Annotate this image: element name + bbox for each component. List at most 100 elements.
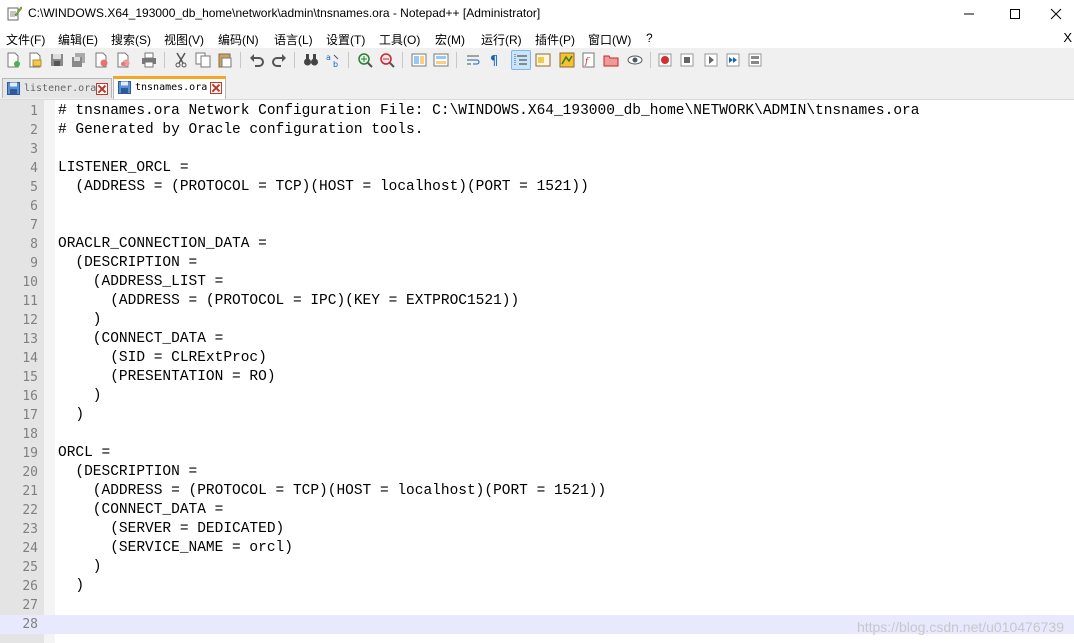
indent-guide-icon [514, 54, 527, 66]
start-recording-button[interactable] [656, 51, 674, 69]
code-line[interactable]: 16 ) [0, 387, 1074, 406]
stop-recording-button[interactable] [678, 51, 696, 69]
cut-button[interactable] [172, 51, 190, 69]
pilcrow-icon: ¶ [490, 54, 498, 68]
code-line[interactable]: 27 [0, 596, 1074, 615]
code-line[interactable]: 24 (SERVICE_NAME = orcl) [0, 539, 1074, 558]
menu-search[interactable]: 搜索(S) [111, 31, 151, 48]
function-list-icon: f [582, 52, 595, 68]
code-line[interactable]: 3 [0, 140, 1074, 159]
menu-macro[interactable]: 宏(M) [435, 31, 465, 48]
word-wrap-button[interactable] [464, 51, 482, 69]
paste-button[interactable] [216, 51, 234, 69]
indent-guide-button[interactable] [511, 50, 531, 70]
line-text: # tnsnames.ora Network Configuration Fil… [58, 103, 920, 119]
code-line[interactable]: 8 ORACLR_CONNECTION_DATA = [0, 235, 1074, 254]
menu-file[interactable]: 文件(F) [6, 31, 45, 48]
toolbar-separator [650, 52, 651, 68]
fast-forward-icon [726, 53, 740, 67]
copy-button[interactable] [194, 51, 212, 69]
menu-window[interactable]: 窗口(W) [588, 31, 631, 48]
line-number: 10 [22, 275, 38, 290]
tab-close-icon[interactable] [210, 82, 222, 94]
maximize-button[interactable] [992, 0, 1038, 28]
print-icon [142, 52, 156, 68]
line-text: (SID = CLRExtProc) [58, 350, 267, 366]
code-line[interactable]: 7 [0, 216, 1074, 235]
code-line[interactable]: 4 LISTENER_ORCL = [0, 159, 1074, 178]
open-file-button[interactable] [26, 51, 44, 69]
code-line[interactable]: 14 (SID = CLRExtProc) [0, 349, 1074, 368]
save-button[interactable] [48, 51, 66, 69]
code-line[interactable]: 19 ORCL = [0, 444, 1074, 463]
undo-button[interactable] [248, 51, 266, 69]
code-line[interactable]: 17 ) [0, 406, 1074, 425]
code-line[interactable]: 18 [0, 425, 1074, 444]
playback-button[interactable] [702, 51, 720, 69]
code-line[interactable]: 5 (ADDRESS = (PROTOCOL = TCP)(HOST = loc… [0, 178, 1074, 197]
code-line[interactable]: 20 (DESCRIPTION = [0, 463, 1074, 482]
menu-edit[interactable]: 编辑(E) [58, 31, 98, 48]
line-number: 20 [22, 465, 38, 480]
line-text: (ADDRESS = (PROTOCOL = TCP)(HOST = local… [58, 179, 589, 195]
code-line[interactable]: 15 (PRESENTATION = RO) [0, 368, 1074, 387]
code-line[interactable]: 12 ) [0, 311, 1074, 330]
code-line[interactable]: 1 # tnsnames.ora Network Configuration Fi… [0, 102, 1074, 121]
code-line[interactable]: 21 (ADDRESS = (PROTOCOL = TCP)(HOST = lo… [0, 482, 1074, 501]
code-line[interactable]: 23 (SERVER = DEDICATED) [0, 520, 1074, 539]
zoom-in-button[interactable] [356, 51, 374, 69]
print-button[interactable] [140, 51, 158, 69]
code-line[interactable]: 26 ) [0, 577, 1074, 596]
tab-listener-ora[interactable]: listener.ora [2, 78, 112, 98]
user-language-button[interactable] [534, 51, 552, 69]
close-document-button[interactable]: X [1063, 30, 1072, 45]
code-line[interactable]: 10 (ADDRESS_LIST = [0, 273, 1074, 292]
minimize-button[interactable] [946, 0, 992, 28]
save-macro-button[interactable] [746, 51, 764, 69]
show-all-characters-button[interactable]: ¶ [486, 51, 504, 69]
menu-settings[interactable]: 设置(T) [326, 31, 365, 48]
replace-button[interactable]: ab [324, 51, 342, 69]
code-area[interactable]: 1 # tnsnames.ora Network Configuration Fi… [0, 102, 1074, 634]
tab-label: listener.ora [24, 83, 97, 94]
menu-run[interactable]: 运行(R) [481, 31, 522, 48]
redo-button[interactable] [270, 51, 288, 69]
zoom-out-button[interactable] [378, 51, 396, 69]
menu-encoding[interactable]: 编码(N) [218, 31, 259, 48]
menu-view[interactable]: 视图(V) [164, 31, 204, 48]
code-line[interactable]: 11 (ADDRESS = (PROTOCOL = IPC)(KEY = EXT… [0, 292, 1074, 311]
sync-horizontal-button[interactable] [432, 51, 450, 69]
sync-vertical-button[interactable] [410, 51, 428, 69]
new-file-button[interactable] [4, 51, 22, 69]
line-number: 26 [22, 579, 38, 594]
close-button[interactable] [1038, 0, 1074, 28]
line-number: 12 [22, 313, 38, 328]
code-line[interactable]: 25 ) [0, 558, 1074, 577]
close-all-button[interactable] [114, 51, 132, 69]
toolbar-separator [164, 52, 165, 68]
function-list-button[interactable]: f [580, 51, 598, 69]
tab-close-icon[interactable] [96, 83, 108, 95]
close-file-button[interactable] [92, 51, 110, 69]
tab-tnsnames-ora[interactable]: tnsnames.ora [113, 76, 226, 99]
code-line[interactable]: 13 (CONNECT_DATA = [0, 330, 1074, 349]
code-line[interactable]: 2 # Generated by Oracle configuration too… [0, 121, 1074, 140]
menu-language[interactable]: 语言(L) [274, 31, 313, 48]
document-map-button[interactable] [558, 51, 576, 69]
monitoring-button[interactable] [626, 51, 644, 69]
svg-text:b: b [333, 60, 338, 68]
find-button[interactable] [302, 51, 320, 69]
line-text: (CONNECT_DATA = [58, 331, 224, 347]
menu-plugins[interactable]: 插件(P) [535, 31, 575, 48]
code-line[interactable]: 9 (DESCRIPTION = [0, 254, 1074, 273]
line-number: 1 [30, 104, 38, 119]
menu-help[interactable]: ? [646, 31, 653, 45]
code-line[interactable]: 22 (CONNECT_DATA = [0, 501, 1074, 520]
menu-tools[interactable]: 工具(O) [379, 31, 420, 48]
editor[interactable]: 1 # tnsnames.ora Network Configuration Fi… [0, 100, 1074, 643]
folder-as-workspace-button[interactable] [602, 51, 620, 69]
save-all-button[interactable] [70, 51, 88, 69]
copy-icon [195, 52, 211, 68]
run-macro-multiple-button[interactable] [724, 51, 742, 69]
code-line[interactable]: 6 [0, 197, 1074, 216]
